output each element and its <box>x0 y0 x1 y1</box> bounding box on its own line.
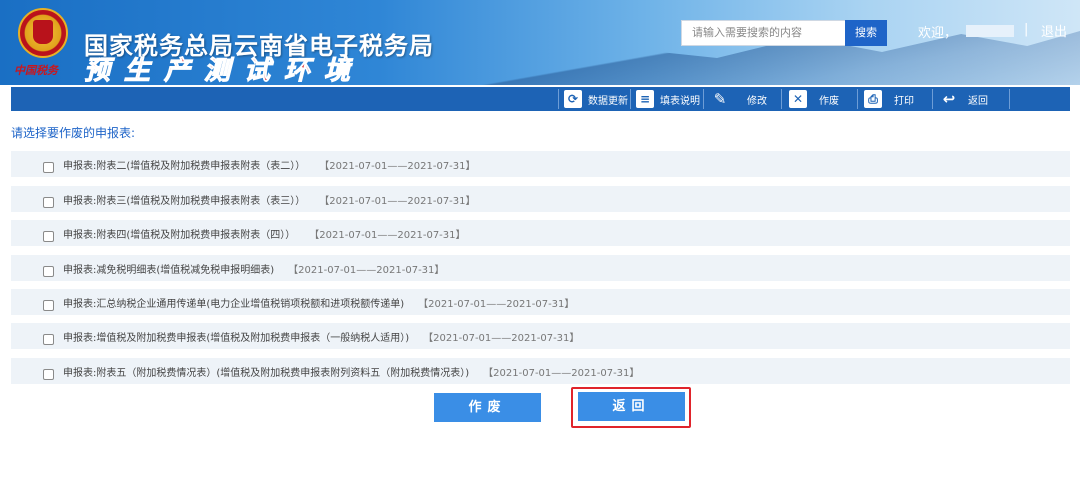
void-toolbar-button[interactable]: ✕ 作废 <box>789 87 839 111</box>
form-checkbox[interactable] <box>43 265 54 277</box>
form-period: 【2021-07-01——2021-07-31】 <box>319 160 476 172</box>
form-checkbox[interactable] <box>43 333 54 345</box>
form-row[interactable]: 申报表:增值税及附加税费申报表(增值税及附加税费申报表（一般纳税人适用）) 【2… <box>11 323 1070 349</box>
form-period: 【2021-07-01——2021-07-31】 <box>309 229 466 241</box>
toolbar-divider <box>1009 89 1010 109</box>
return-button[interactable]: 返回 <box>578 392 685 421</box>
instructions-button[interactable]: ≡ 填表说明 <box>636 87 700 111</box>
toolbar-divider <box>857 89 858 109</box>
form-name: 申报表:附表三(增值税及附加税费申报表附表（表三）） <box>63 195 306 207</box>
header-separator: | <box>1024 22 1029 37</box>
form-checkbox[interactable] <box>43 161 54 173</box>
form-period: 【2021-07-01——2021-07-31】 <box>423 332 580 344</box>
form-name: 申报表:增值税及附加税费申报表(增值税及附加税费申报表（一般纳税人适用）) <box>63 332 410 344</box>
logout-link[interactable]: 退出 <box>1041 21 1067 40</box>
void-document-icon: ✕ <box>789 90 807 108</box>
form-row[interactable]: 申报表:附表三(增值税及附加税费申报表附表（表三）） 【2021-07-01——… <box>11 186 1070 212</box>
toolbar-divider <box>630 89 631 109</box>
data-refresh-icon: ⟳ <box>564 90 582 108</box>
print-button[interactable]: ⎙ 打印 <box>864 87 914 111</box>
tax-emblem-icon <box>18 8 68 58</box>
form-name: 申报表:附表四(增值税及附加税费申报表附表（四）） <box>63 229 296 241</box>
search-button[interactable]: 搜索 <box>845 20 887 46</box>
username-redacted <box>966 25 1014 37</box>
form-name: 申报表:附表五（附加税费情况表）(增值税及附加税费申报表附列资料五（附加税费情况… <box>63 367 470 379</box>
form-checkbox[interactable] <box>43 196 54 208</box>
instructions-icon: ≡ <box>636 90 654 108</box>
toolbar-divider <box>558 89 559 109</box>
edit-icon: ✎ <box>713 90 727 108</box>
form-row[interactable]: 申报表:附表二(增值税及附加税费申报表附表（表二）） 【2021-07-01——… <box>11 151 1070 177</box>
form-checkbox[interactable] <box>43 299 54 311</box>
welcome-text: 欢迎， <box>918 26 958 41</box>
form-checkbox[interactable] <box>43 230 54 242</box>
form-row[interactable]: 申报表:附表五（附加税费情况表）(增值税及附加税费申报表附列资料五（附加税费情况… <box>11 358 1070 384</box>
print-icon: ⎙ <box>864 90 882 108</box>
environment-title: 预生产测试环境 <box>83 56 365 86</box>
form-row[interactable]: 申报表:汇总纳税企业通用传递单(电力企业增值税销项税额和进项税额传递单) 【20… <box>11 289 1070 315</box>
site-header: 中国税务 国家税务总局云南省电子税务局 预生产测试环境 请输入需要搜索的内容 搜… <box>0 0 1080 85</box>
form-checkbox[interactable] <box>43 368 54 380</box>
data-refresh-button[interactable]: ⟳ 数据更新 <box>564 87 628 111</box>
form-row[interactable]: 申报表:附表四(增值税及附加税费申报表附表（四）） 【2021-07-01——2… <box>11 220 1070 246</box>
form-name: 申报表:附表二(增值税及附加税费申报表附表（表二）） <box>63 160 306 172</box>
edit-button[interactable]: ✎ 修改 <box>711 87 767 111</box>
form-period: 【2021-07-01——2021-07-31】 <box>319 195 476 207</box>
toolbar-label: 打印 <box>894 95 914 107</box>
void-button[interactable]: 作废 <box>434 393 541 422</box>
form-name: 申报表:减免税明细表(增值税减免税申报明细表) <box>63 264 275 276</box>
form-name: 申报表:汇总纳税企业通用传递单(电力企业增值税销项税额和进项税额传递单) <box>63 298 405 310</box>
toolbar-label: 数据更新 <box>588 95 628 107</box>
select-prompt: 请选择要作废的申报表: <box>11 126 136 140</box>
toolbar-label: 修改 <box>747 95 767 107</box>
toolbar-divider <box>703 89 704 109</box>
form-row[interactable]: 申报表:减免税明细表(增值税减免税申报明细表) 【2021-07-01——202… <box>11 255 1070 281</box>
toolbar-divider <box>932 89 933 109</box>
search-input[interactable]: 请输入需要搜索的内容 <box>681 20 845 46</box>
toolbar-divider <box>781 89 782 109</box>
toolbar-label: 填表说明 <box>660 95 700 107</box>
toolbar: ⟳ 数据更新 ≡ 填表说明 ✎ 修改 ✕ 作废 ⎙ 打印 ↩ 返回 <box>11 87 1070 111</box>
form-period: 【2021-07-01——2021-07-31】 <box>288 264 445 276</box>
back-arrow-icon: ↩ <box>942 90 956 108</box>
back-toolbar-button[interactable]: ↩ 返回 <box>940 87 988 111</box>
emblem-caption: 中国税务 <box>14 64 58 77</box>
form-period: 【2021-07-01——2021-07-31】 <box>483 367 640 379</box>
toolbar-label: 作废 <box>819 95 839 107</box>
toolbar-label: 返回 <box>968 95 988 107</box>
form-period: 【2021-07-01——2021-07-31】 <box>418 298 575 310</box>
